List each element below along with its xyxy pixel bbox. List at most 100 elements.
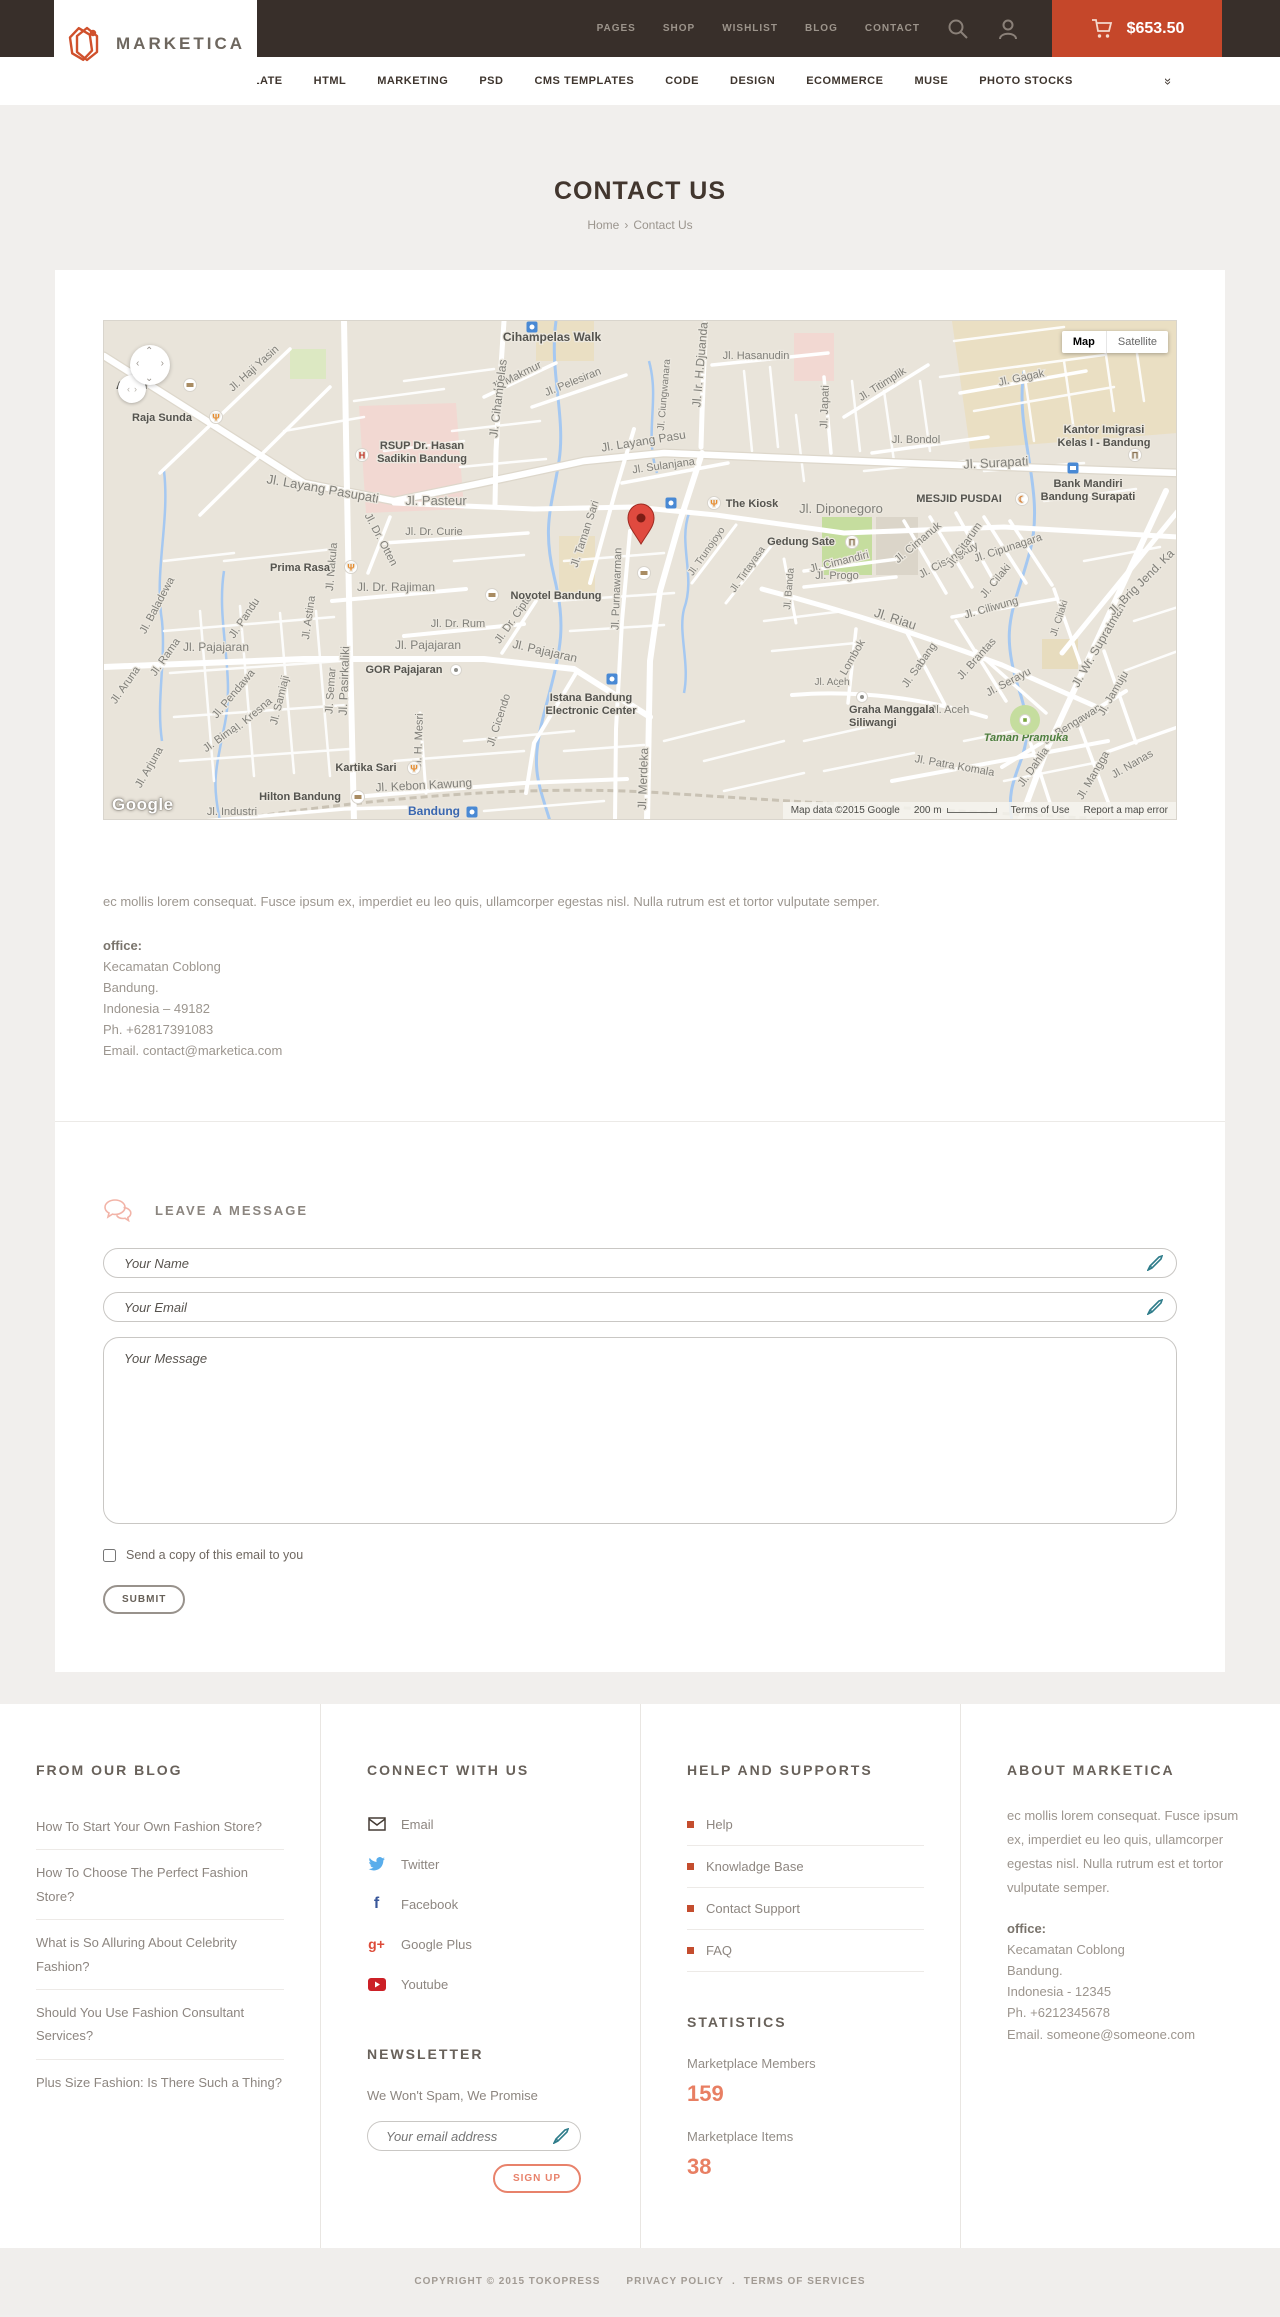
top-nav-link[interactable]: SHOP (663, 23, 695, 34)
social-label: Youtube (401, 1976, 449, 1992)
map-poi-label: Siliwangi (849, 717, 897, 729)
pan-up-icon: ⌃ (145, 346, 154, 357)
category-nav-link[interactable]: MARKETING (377, 75, 448, 87)
about-heading: ABOUT MARKETICA (1007, 1762, 1175, 1779)
about-office-line: Bandung. (1007, 1963, 1063, 1979)
map-poi-label: RSUP Dr. Hasan (380, 440, 464, 452)
top-nav-link[interactable]: PAGES (597, 23, 636, 34)
map-street-label: Jl. Pajajaran (395, 638, 461, 652)
top-nav-link[interactable]: WISHLIST (722, 23, 778, 34)
map-scale: 200 m (914, 805, 997, 816)
office-block: office: Kecamatan Coblong Bandung. Indones… (103, 935, 1177, 1061)
category-nav-link[interactable]: ECOMMERCE (806, 75, 883, 87)
brand-logo[interactable]: MARKETICA (54, 0, 257, 88)
blog-link[interactable]: Should You Use Fashion Consultant Servic… (36, 1990, 284, 2060)
map-street-label: Jl. Dr. Rajiman (357, 580, 435, 594)
satellite-button[interactable]: Satellite (1105, 331, 1168, 353)
newsletter-note: We Won't Spam, We Promise (367, 2088, 538, 2104)
map-pan-control[interactable]: ⌃ ⌄ ‹ › (130, 345, 170, 385)
social-link[interactable]: g+ Google Plus (367, 1924, 604, 1964)
map-street-label: Jl. Dr. Rum (431, 618, 485, 630)
social-link[interactable]: Email (367, 1804, 604, 1844)
stat-label: Marketplace Items (687, 2129, 794, 2145)
map-poi-label: Kantor Imigrasi (1064, 424, 1145, 436)
send-copy-checkbox[interactable] (103, 1548, 116, 1562)
category-nav-link[interactable]: CODE (665, 75, 699, 87)
map-poi-label: Graha Manggala (849, 704, 935, 716)
map-street-label: Jl. Diponegoro (799, 501, 883, 516)
help-link[interactable]: Contact Support (687, 1888, 924, 1931)
report-error-link[interactable]: Report a map error (1084, 805, 1168, 816)
map-poi-label: Gedung Sate (767, 536, 835, 548)
social-label: Facebook (401, 1896, 459, 1912)
submit-button[interactable]: SUBMIT (103, 1585, 186, 1615)
top-nav-link[interactable]: BLOG (805, 23, 838, 34)
category-nav-link[interactable]: CMS TEMPLATES (534, 75, 634, 87)
email-input[interactable] (103, 1292, 1177, 1323)
footer: FROM OUR BLOG How To Start Your Own Fash… (0, 1704, 1280, 2249)
social-link[interactable]: Twitter (367, 1844, 604, 1884)
terms-of-services-link[interactable]: TERMS OF SERVICES (744, 2276, 866, 2287)
help-label: Knowladge Base (706, 1859, 804, 1875)
help-link[interactable]: Help (687, 1804, 924, 1847)
terms-link[interactable]: Terms of Use (1011, 805, 1070, 816)
about-office-line: Ph. +6212345678 (1007, 2005, 1111, 2021)
map-hotel-icon (351, 790, 365, 804)
map-transit-icon (665, 497, 677, 509)
category-nav-link[interactable]: PSD (479, 75, 503, 87)
map-poi-label: The Kiosk (726, 498, 779, 510)
blog-link[interactable]: What is So Alluring About Celebrity Fash… (36, 1920, 284, 1991)
social-icon (367, 1856, 386, 1872)
map-food-icon: Ψ (407, 761, 421, 775)
footer-blog-column: FROM OUR BLOG How To Start Your Own Fash… (0, 1704, 320, 2248)
help-label: Contact Support (706, 1901, 800, 1917)
map-button[interactable]: Map (1061, 331, 1106, 353)
newsletter-email-input[interactable] (367, 2121, 581, 2152)
category-nav-link[interactable]: DESIGN (730, 75, 775, 87)
help-link[interactable]: FAQ (687, 1930, 924, 1973)
map-hotel-icon (637, 566, 651, 580)
top-nav-link[interactable]: CONTACT (865, 23, 920, 34)
connect-heading: CONNECT WITH US (367, 1762, 530, 1779)
search-icon[interactable] (946, 17, 970, 41)
social-link[interactable]: f Facebook (367, 1884, 604, 1924)
map-poi-label: Electronic Center (545, 705, 637, 717)
signup-button[interactable]: SIGN UP (493, 2164, 581, 2194)
stat-item: Marketplace Items 38 (687, 2129, 924, 2180)
privacy-policy-link[interactable]: PRIVACY POLICY (626, 2276, 724, 2287)
category-nav-link[interactable]: HTML (314, 75, 347, 87)
pen-icon (1147, 1299, 1163, 1316)
social-label: Email (401, 1816, 434, 1832)
breadcrumb-separator: › (624, 218, 629, 232)
about-text: ec mollis lorem consequat. Fusce ipsum e… (1007, 1808, 1239, 1896)
social-label: Google Plus (401, 1936, 472, 1952)
send-copy-label: Send a copy of this email to you (126, 1548, 304, 1563)
blog-link[interactable]: How To Start Your Own Fashion Store? (36, 1804, 284, 1851)
name-input[interactable] (103, 1248, 1177, 1279)
footer-help-column: HELP AND SUPPORTS Help Knowladge Base Cont… (640, 1704, 960, 2249)
user-icon[interactable] (996, 17, 1020, 41)
social-link[interactable]: Youtube (367, 1964, 604, 2004)
help-link[interactable]: Knowladge Base (687, 1846, 924, 1889)
pan-left-icon: ‹ (136, 358, 140, 369)
map-poi-label: GOR Pajajaran (365, 664, 442, 676)
category-nav-link[interactable]: MUSE (914, 75, 948, 87)
category-nav-link[interactable]: PHOTO STOCKS (979, 75, 1073, 87)
stat-label: Marketplace Members (687, 2056, 816, 2072)
google-map[interactable]: Jl. Haji Yasin Jl. Makmur Jl. Layang Pasup… (103, 320, 1177, 820)
nav-more-chevron-icon[interactable]: » (1161, 77, 1176, 84)
google-logo[interactable]: Google (112, 795, 174, 815)
svg-text:☾: ☾ (1018, 495, 1026, 505)
map-street-label: Jl. Pasirkaliki (336, 646, 352, 716)
blog-link[interactable]: How To Choose The Perfect Fashion Store? (36, 1850, 284, 1921)
footer-about-column: ABOUT MARKETICA ec mollis lorem consequa… (960, 1704, 1280, 2249)
social-icon (367, 1816, 386, 1832)
map-poi-label: Bandung Surapati (1041, 491, 1136, 503)
breadcrumb-home[interactable]: Home (587, 218, 619, 232)
map-poi-label: Bank Mandiri (1053, 478, 1122, 490)
about-office-line: Indonesia - 12345 (1007, 1984, 1112, 2000)
blog-link[interactable]: Plus Size Fashion: Is There Such a Thing… (36, 2060, 284, 2105)
map-dot-icon (450, 664, 462, 676)
cart-button[interactable]: $653.50 (1052, 0, 1222, 57)
message-textarea[interactable] (103, 1337, 1177, 1525)
